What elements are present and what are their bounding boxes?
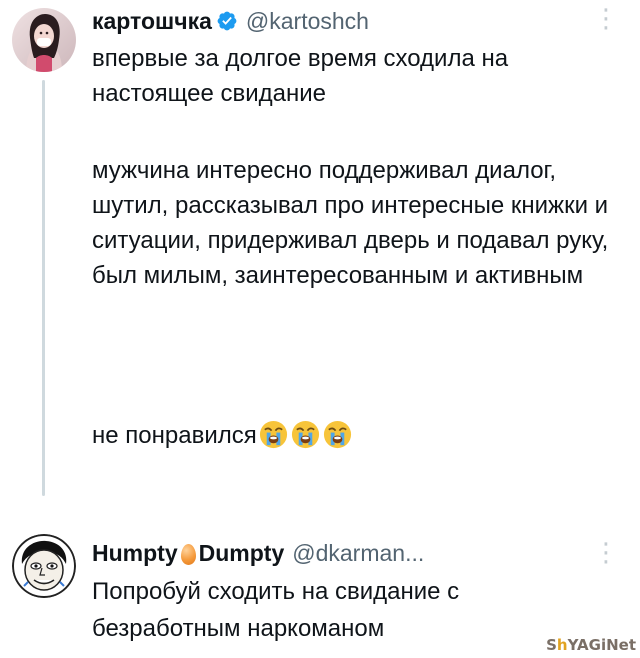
author-handle[interactable]: @kartoshch bbox=[246, 8, 369, 35]
verified-badge-icon bbox=[216, 10, 238, 32]
emoji-group bbox=[258, 419, 353, 450]
egg-icon bbox=[180, 543, 196, 565]
author-name[interactable]: картошчка bbox=[92, 8, 212, 35]
more-vertical-icon[interactable]: ⋮ bbox=[593, 538, 619, 566]
watermark: ShYAGiNet bbox=[546, 636, 636, 654]
tweet-header: Humpty Dumpty @dkarman... bbox=[92, 538, 424, 568]
avatar[interactable] bbox=[12, 8, 76, 72]
more-vertical-icon[interactable]: ⋮ bbox=[593, 4, 619, 32]
loudly-crying-face-icon bbox=[323, 420, 351, 449]
tweet-main: картошчка @kartoshch ⋮ впервые за долгое… bbox=[0, 0, 640, 510]
avatar-photo-icon bbox=[12, 8, 76, 72]
tweet-header: картошчка @kartoshch bbox=[92, 6, 369, 36]
watermark-part-3: YAGiNet bbox=[567, 636, 636, 654]
loudly-crying-face-icon bbox=[291, 420, 319, 449]
avatar-cartoon-face-icon bbox=[12, 534, 76, 598]
tweet-paragraph-1: впервые за долгое время сходила на насто… bbox=[92, 45, 509, 107]
reply-text: Попробуй сходить на свидание с безработн… bbox=[92, 578, 460, 642]
author-name-part-2[interactable]: Dumpty bbox=[199, 540, 285, 567]
watermark-part-2: h bbox=[556, 636, 568, 654]
tweet-paragraph-3: не понравился bbox=[92, 418, 612, 453]
tweet-paragraph-3-text: не понравился bbox=[92, 422, 257, 449]
author-handle[interactable]: @dkarman... bbox=[292, 540, 424, 567]
thread-connector-line bbox=[42, 80, 45, 496]
tweet-reply: Humpty Dumpty @dkarman... ⋮ Попробуй схо… bbox=[0, 528, 640, 658]
avatar[interactable] bbox=[12, 534, 76, 598]
author-name-part-1[interactable]: Humpty bbox=[92, 540, 178, 567]
tweet-paragraph-2: мужчина интересно поддерживал диалог, шу… bbox=[92, 157, 609, 289]
watermark-part-1: S bbox=[546, 636, 557, 654]
loudly-crying-face-icon bbox=[259, 420, 287, 449]
